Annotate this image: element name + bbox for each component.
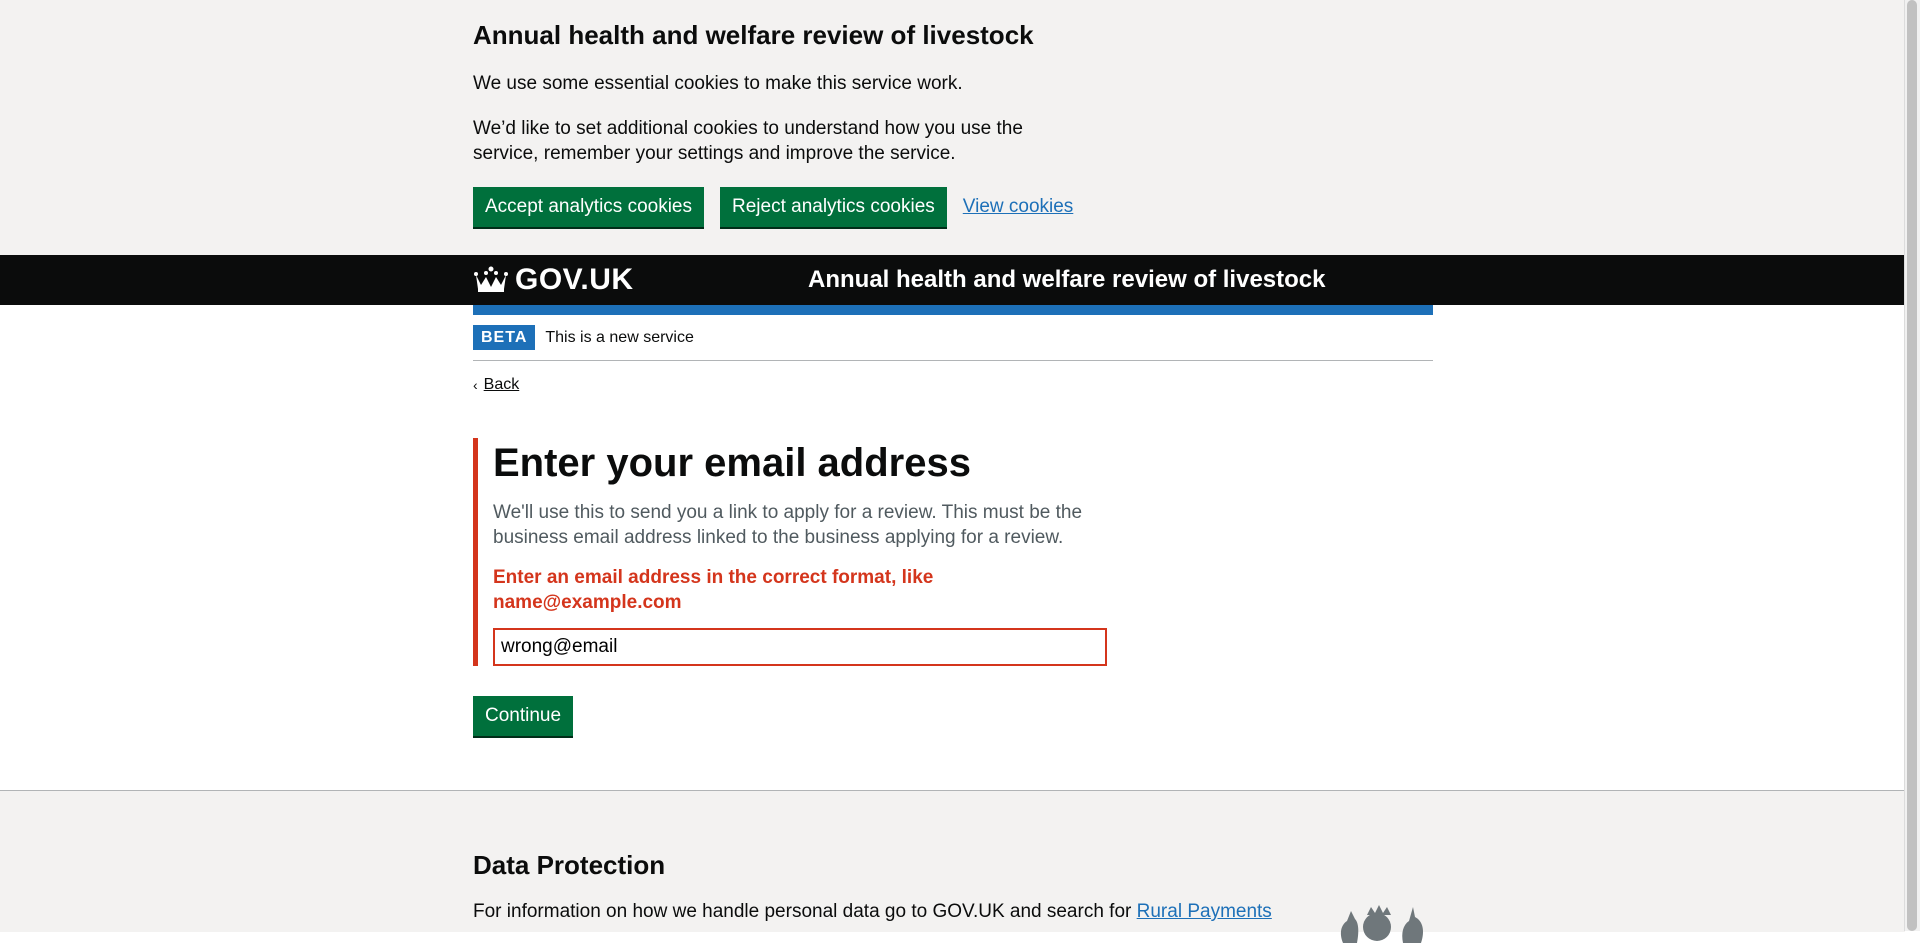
- page-title: Enter your email address: [493, 441, 971, 485]
- royal-crest-icon: [1333, 903, 1433, 943]
- chevron-left-icon: ‹: [473, 377, 478, 393]
- service-name-link[interactable]: Annual health and welfare review of live…: [808, 264, 1326, 296]
- govuk-logo-link[interactable]: GOV.UK: [473, 261, 634, 299]
- cookie-banner-title: Annual health and welfare review of live…: [473, 20, 1034, 50]
- footer-title: Data Protection: [473, 850, 666, 880]
- crown-icon: [473, 263, 509, 298]
- email-error-message: Enter an email address in the correct fo…: [493, 567, 934, 613]
- cookie-banner-text-essential: We use some essential cookies to make th…: [473, 73, 963, 94]
- footer-text: For information on how we handle persona…: [473, 899, 1433, 924]
- site-header: GOV.UK Annual health and welfare review …: [0, 255, 1920, 305]
- cookie-banner-text-additional: We’d like to set additional cookies to u…: [473, 118, 1023, 164]
- back-link[interactable]: Back: [484, 376, 520, 394]
- footer-text-prefix: For information on how we handle persona…: [473, 901, 1137, 922]
- site-footer: Data Protection For information on how w…: [0, 790, 1905, 943]
- header-blue-bar: [473, 305, 1433, 315]
- scrollbar-thumb[interactable]: [1907, 0, 1917, 931]
- beta-tag: BETA: [473, 325, 536, 350]
- cookie-banner: Annual health and welfare review of live…: [0, 0, 1920, 255]
- email-hint: We'll use this to send you a link to app…: [493, 502, 1083, 548]
- page-scrollbar[interactable]: [1904, 0, 1920, 931]
- cookie-actions: Accept analytics cookies Reject analytic…: [473, 187, 1433, 227]
- reject-analytics-cookies-button[interactable]: Reject analytics cookies: [720, 187, 947, 227]
- main-content: ‹ Back Enter your email address We'll us…: [473, 376, 1433, 736]
- phase-banner: BETA This is a new service: [473, 315, 1433, 361]
- continue-button[interactable]: Continue: [473, 696, 574, 736]
- back-link-container: ‹ Back: [473, 376, 1433, 394]
- logo-text: GOV.UK: [515, 263, 634, 296]
- accept-analytics-cookies-button[interactable]: Accept analytics cookies: [473, 187, 704, 227]
- phase-banner-text: This is a new service: [545, 328, 694, 346]
- email-input[interactable]: [493, 628, 1107, 666]
- rural-payments-link[interactable]: Rural Payments: [1137, 901, 1272, 922]
- email-form-group: Enter your email address We'll use this …: [473, 438, 1123, 666]
- view-cookies-link[interactable]: View cookies: [963, 196, 1074, 218]
